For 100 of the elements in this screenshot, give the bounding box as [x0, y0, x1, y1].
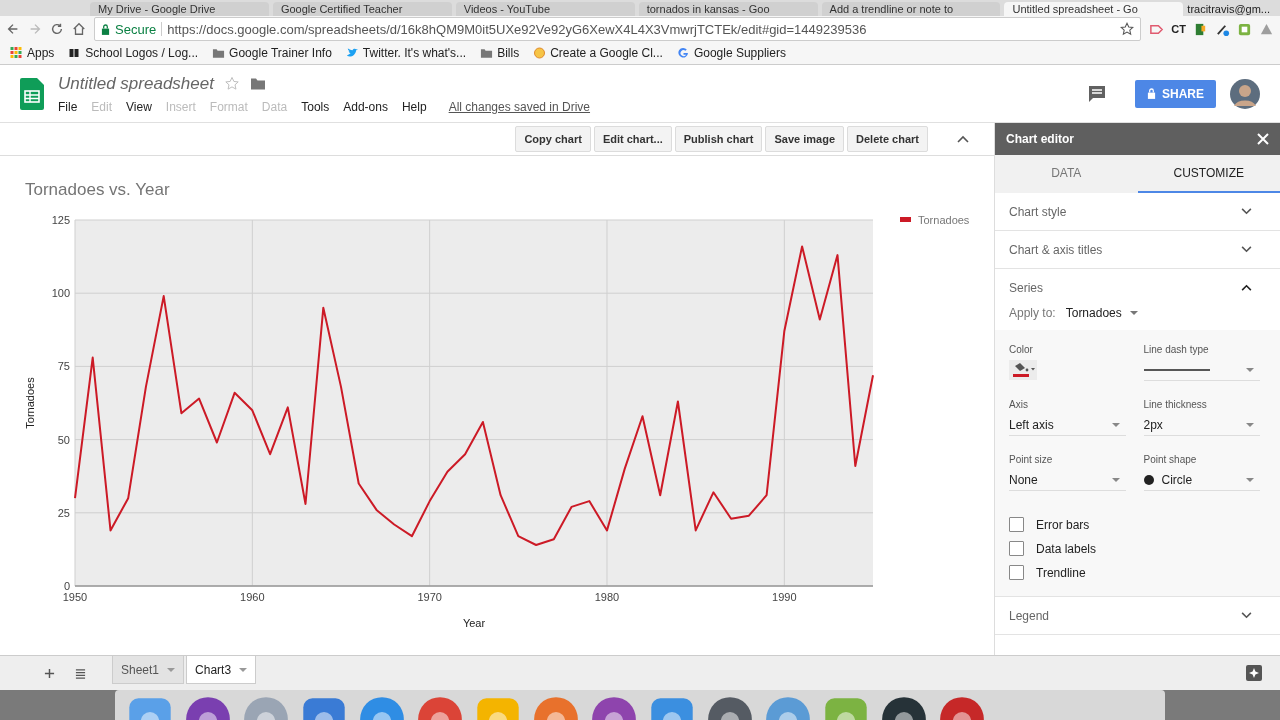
- menu-item[interactable]: Help: [401, 99, 427, 114]
- collapse-icon[interactable]: [957, 135, 969, 143]
- folder-icon: [480, 47, 494, 59]
- browser-tab[interactable]: Videos - YouTube: [455, 2, 635, 16]
- menu-item[interactable]: Add-ons: [343, 99, 388, 114]
- browser-tab[interactable]: Add a trendline or note to: [821, 2, 1001, 16]
- section-header[interactable]: Legend: [1009, 608, 1050, 623]
- document-title[interactable]: Untitled spreadsheet: [58, 73, 214, 94]
- explore-icon[interactable]: [1246, 665, 1262, 681]
- bookmark[interactable]: Bills: [480, 46, 520, 60]
- browser-tab[interactable]: My Drive - Google Drive: [90, 2, 269, 16]
- avatar[interactable]: [1230, 78, 1260, 109]
- legend-swatch: [900, 217, 911, 222]
- checkbox[interactable]: [1009, 541, 1024, 556]
- chevron-icon[interactable]: [1241, 246, 1252, 253]
- checkbox[interactable]: [1009, 565, 1024, 580]
- secure-label: Secure: [115, 21, 157, 37]
- extension-icon[interactable]: CT: [1171, 23, 1186, 35]
- bookmark[interactable]: Google Trainer Info: [212, 46, 332, 60]
- sheet-tab[interactable]: Sheet1: [112, 656, 185, 684]
- y-tick-label: 100: [51, 287, 70, 300]
- sheet-tab[interactable]: Chart3: [186, 656, 257, 684]
- dropdown-arrow-icon: [1246, 368, 1254, 372]
- chevron-icon[interactable]: [1241, 208, 1252, 215]
- x-tick-label: 1950: [62, 591, 88, 603]
- series-dropdown[interactable]: Tornadoes: [1065, 306, 1138, 320]
- x-axis-title: Year: [462, 617, 486, 629]
- save-status-link[interactable]: All changes saved in Drive: [448, 99, 591, 114]
- sheet-list-icon[interactable]: [75, 667, 86, 679]
- add-sheet-icon[interactable]: [44, 667, 55, 679]
- y-axis-title: Tornadoes: [24, 377, 36, 429]
- dropdown[interactable]: 2px: [1143, 415, 1260, 436]
- browser-tab[interactable]: Untitled spreadsheet - Go: [1004, 2, 1184, 16]
- chart-toolbar-button[interactable]: Copy chart: [515, 126, 591, 152]
- y-tick-label: 25: [57, 506, 70, 519]
- dropdown-arrow-icon: [1246, 478, 1254, 482]
- browser-tab[interactable]: tornados in kansas - Goo: [638, 2, 818, 16]
- chevron-icon[interactable]: [1241, 612, 1252, 619]
- editor-tab[interactable]: DATA: [995, 155, 1138, 193]
- address-bar[interactable]: Secure https://docs.google.com/spreadsheets/d/16k8hQM9M0it5UXe92Ve92yG6XewX4L4X3VmwrjTCTEk/edit#gid=1449239536: [94, 17, 1142, 41]
- menu-item[interactable]: Tools: [301, 99, 330, 114]
- section-header[interactable]: Chart & axis titles: [1009, 242, 1103, 257]
- dropdown[interactable]: Left axis: [1009, 415, 1126, 436]
- fill-color-icon: [1011, 362, 1035, 378]
- chart-toolbar-button[interactable]: Save image: [765, 126, 844, 152]
- bookmark[interactable]: Twitter. It's what's...: [345, 46, 467, 60]
- apply-to-label: Apply to:: [1009, 306, 1056, 320]
- y-tick-label: 75: [57, 360, 70, 373]
- y-tick-label: 50: [57, 433, 70, 446]
- dropdown[interactable]: Circle: [1143, 470, 1260, 491]
- x-tick-label: 1980: [594, 591, 620, 603]
- bird-icon: [345, 47, 359, 59]
- sheets-logo-icon[interactable]: [20, 77, 44, 110]
- lock-icon: [101, 23, 110, 35]
- chart-toolbar-button[interactable]: Publish chart: [674, 126, 763, 152]
- close-icon[interactable]: [1257, 133, 1269, 145]
- folder-icon: [212, 47, 226, 59]
- y-tick-label: 125: [51, 214, 70, 226]
- reload-icon[interactable]: [50, 22, 64, 36]
- g-letter-icon: [676, 47, 690, 59]
- bookmark[interactable]: Apps: [10, 46, 55, 60]
- x-tick-label: 1990: [772, 591, 797, 603]
- field-label: Point shape: [1143, 454, 1198, 465]
- url-text: https://docs.google.com/spreadsheets/d/16k8hQM9M0it5UXe92Ve92yG6XewX4L4X3VmwrjTCTEk/edit#gid=1449239536: [167, 21, 867, 37]
- comment-icon[interactable]: [1087, 83, 1107, 104]
- folder-icon[interactable]: [249, 76, 266, 91]
- dropdown-arrow-icon: [167, 667, 176, 672]
- solid-line-icon: [1143, 368, 1210, 372]
- menu-item[interactable]: File: [58, 99, 78, 114]
- field-label: Line thickness: [1143, 399, 1208, 410]
- star-icon[interactable]: [223, 76, 240, 91]
- checkbox-label: Error bars: [1036, 517, 1090, 532]
- editor-title: Chart editor: [1006, 132, 1074, 146]
- editor-tab[interactable]: CUSTOMIZE: [1137, 155, 1280, 193]
- bookmark-star-icon[interactable]: [1120, 22, 1135, 36]
- menu-item[interactable]: View: [126, 99, 152, 114]
- chart-toolbar-button[interactable]: Delete chart: [847, 126, 928, 152]
- bookmark[interactable]: School Logos / Log...: [68, 46, 199, 60]
- chevron-icon[interactable]: [1241, 284, 1252, 291]
- section-header[interactable]: Chart style: [1009, 204, 1067, 219]
- checkbox-label: Data labels: [1036, 541, 1097, 556]
- share-button[interactable]: SHARE: [1135, 79, 1216, 108]
- checkbox[interactable]: [1009, 517, 1024, 532]
- bookmark[interactable]: Create a Google Cl...: [533, 46, 663, 60]
- back-icon[interactable]: [6, 22, 20, 36]
- browser-tab[interactable]: Google Certified Teacher: [272, 2, 452, 16]
- chart-toolbar-button[interactable]: Edit chart...: [593, 126, 672, 152]
- dropdown-arrow-icon: [239, 667, 248, 672]
- field-label: Line dash type: [1143, 344, 1210, 355]
- home-icon[interactable]: [72, 22, 86, 36]
- field-label: Color: [1009, 344, 1034, 355]
- color-picker-button[interactable]: [1009, 360, 1037, 380]
- chart-title: Tornadoes vs. Year: [24, 179, 171, 200]
- profile-name[interactable]: tracitravis@gm...: [1187, 2, 1280, 16]
- field-label: Point size: [1009, 454, 1054, 465]
- section-header[interactable]: Series: [1009, 280, 1043, 295]
- dropdown-arrow-icon: [1111, 423, 1120, 427]
- apps-grid-icon: [10, 47, 23, 59]
- dropdown[interactable]: None: [1009, 470, 1126, 491]
- bookmark[interactable]: Google Suppliers: [676, 46, 786, 60]
